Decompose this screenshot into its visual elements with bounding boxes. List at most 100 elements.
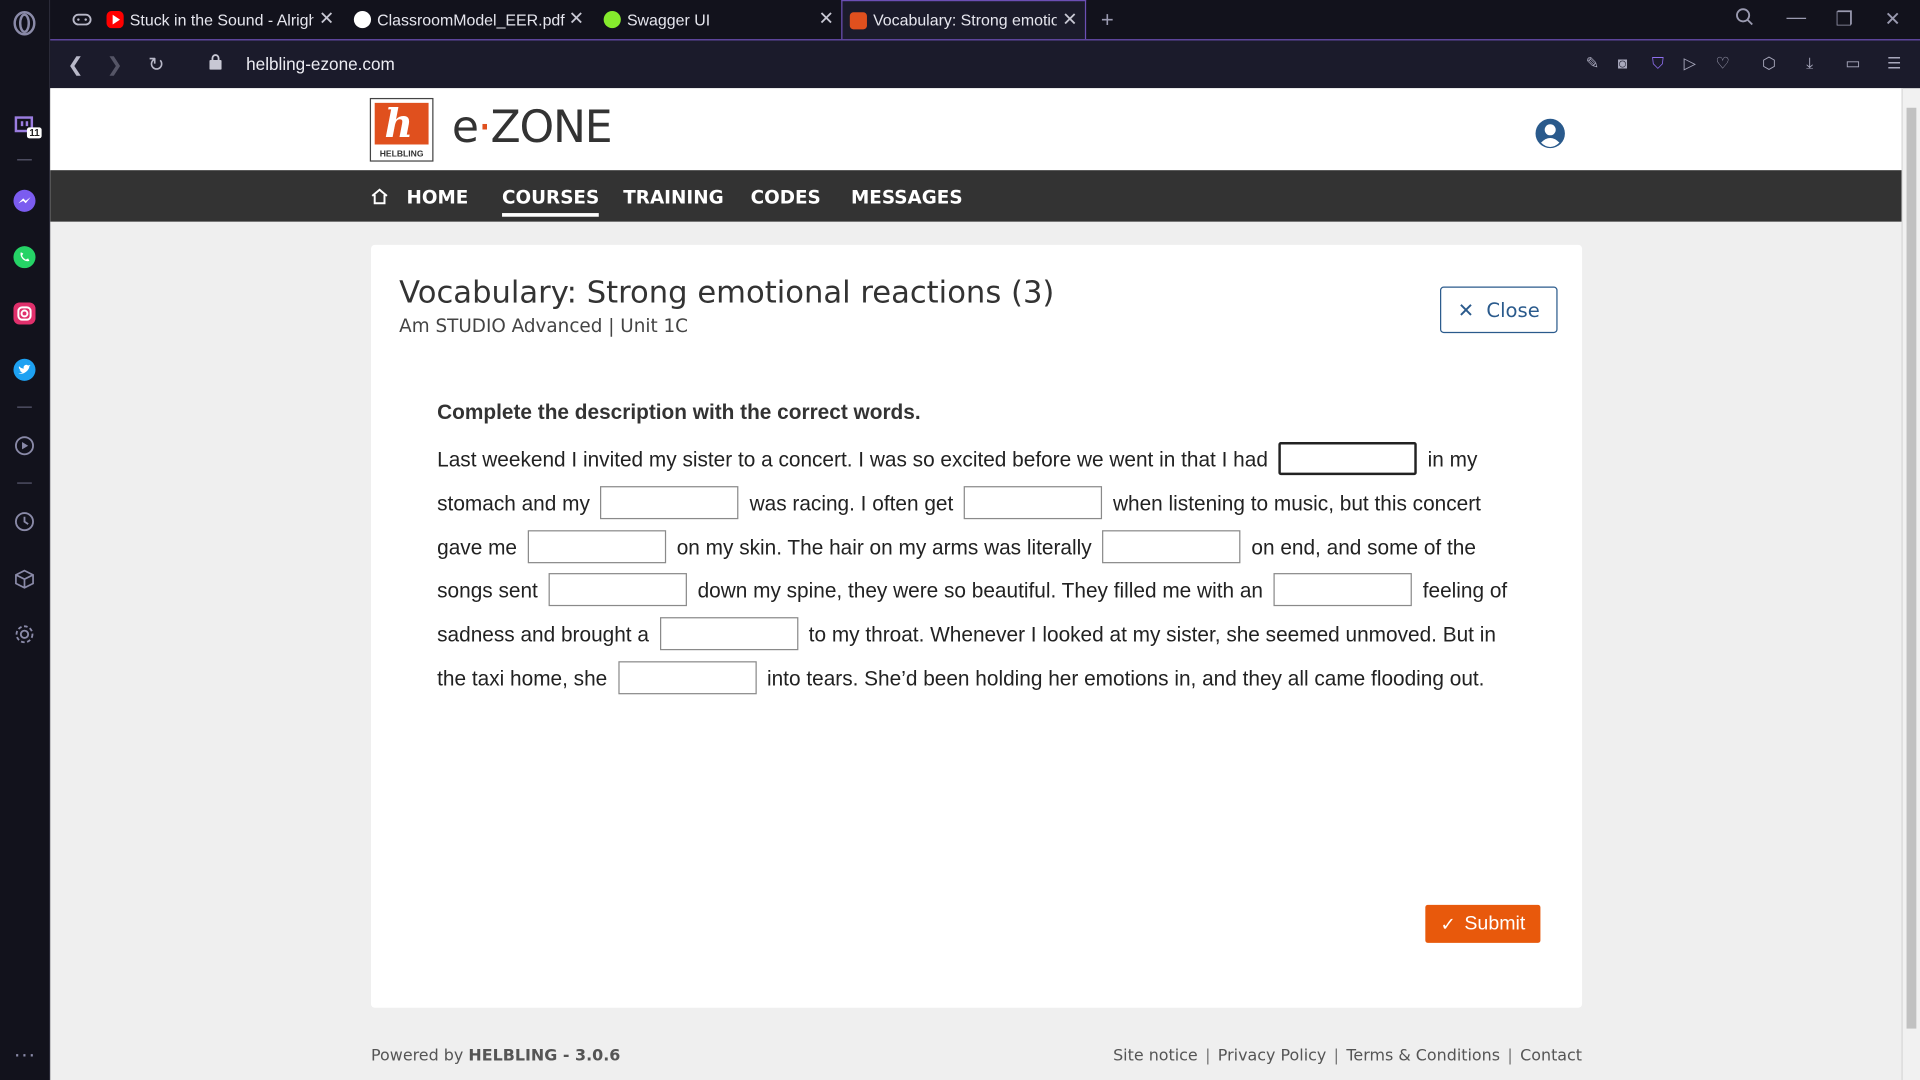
gap-input-1[interactable] bbox=[1278, 442, 1417, 476]
sidebar-badge: 11 bbox=[26, 127, 43, 139]
back-icon[interactable]: ❮ bbox=[67, 53, 83, 77]
text-segment: into tears. She’d been holding her emoti… bbox=[761, 667, 1485, 691]
scrollbar-thumb[interactable] bbox=[1906, 107, 1917, 1029]
footer-separator: | bbox=[1205, 1046, 1211, 1066]
history-icon[interactable] bbox=[11, 508, 38, 535]
close-window-icon[interactable]: ✕ bbox=[1885, 7, 1901, 31]
footer-separator: | bbox=[1333, 1046, 1340, 1066]
logo-text: HELBLING bbox=[379, 150, 424, 160]
gap-input-2[interactable] bbox=[600, 485, 739, 519]
settings-gear-icon[interactable] bbox=[11, 621, 38, 648]
reload-icon[interactable]: ↻ bbox=[148, 53, 164, 77]
vpn-shield-icon[interactable]: ⛉ bbox=[1652, 54, 1664, 74]
sidebar-separator bbox=[17, 406, 32, 408]
nav-courses[interactable]: COURSES bbox=[502, 186, 600, 217]
close-icon: ✕ bbox=[1457, 298, 1475, 322]
close-tab-icon[interactable]: ✕ bbox=[818, 9, 833, 30]
gx-corner-icon[interactable] bbox=[65, 0, 99, 39]
restore-icon[interactable]: ❐ bbox=[1836, 7, 1854, 31]
download-icon[interactable]: ⤓ bbox=[1806, 54, 1813, 74]
close-tab-icon[interactable]: ✕ bbox=[1062, 10, 1077, 31]
close-button[interactable]: ✕ Close bbox=[1440, 286, 1558, 334]
sidebar-separator bbox=[17, 482, 32, 484]
close-label: Close bbox=[1486, 298, 1540, 322]
nav-messages[interactable]: MESSAGES bbox=[851, 186, 963, 208]
text-segment: was racing. I often get bbox=[743, 492, 960, 516]
gap-input-9[interactable] bbox=[617, 661, 757, 695]
more-options-icon[interactable]: ··· bbox=[11, 1041, 38, 1068]
search-tabs-icon[interactable] bbox=[1735, 7, 1755, 33]
exercise-instruction: Complete the description with the correc… bbox=[437, 400, 921, 424]
send-icon[interactable]: ▷ bbox=[1684, 54, 1696, 74]
new-tab-icon[interactable]: + bbox=[1093, 0, 1122, 39]
gap-input-4[interactable] bbox=[527, 529, 667, 563]
globe-icon bbox=[353, 11, 372, 29]
edit-icon[interactable]: ✎ bbox=[1586, 54, 1599, 74]
messenger-icon[interactable] bbox=[11, 187, 38, 214]
whatsapp-icon[interactable] bbox=[11, 244, 38, 271]
close-tab-icon[interactable]: ✕ bbox=[569, 9, 584, 30]
battery-icon[interactable]: ▭ bbox=[1845, 54, 1860, 74]
logo-mark: h bbox=[374, 100, 429, 147]
easy-setup-icon[interactable]: ☰ bbox=[1887, 54, 1901, 74]
submit-label: Submit bbox=[1464, 912, 1526, 934]
footer-link-site-notice[interactable]: Site notice bbox=[1113, 1047, 1198, 1065]
minimize-icon[interactable]: — bbox=[1787, 7, 1807, 29]
submit-button[interactable]: ✓ Submit bbox=[1425, 904, 1541, 943]
forward-icon[interactable]: ❯ bbox=[107, 53, 123, 77]
brand-dot: · bbox=[477, 102, 492, 154]
instagram-icon[interactable] bbox=[11, 300, 38, 327]
gap-input-3[interactable] bbox=[963, 485, 1103, 519]
opera-logo-icon[interactable] bbox=[11, 10, 38, 37]
exercise-title: Vocabulary: Strong emotional reactions (… bbox=[399, 274, 1055, 310]
page-scrollbar[interactable] bbox=[1901, 88, 1920, 1080]
tab-pdf[interactable]: ClassroomModel_EER.pdf ✕ bbox=[347, 0, 592, 39]
text-segment: down my spine, they were so beautiful. T… bbox=[691, 579, 1269, 603]
gap-input-5[interactable] bbox=[1102, 529, 1241, 563]
gap-input-7[interactable] bbox=[1273, 573, 1413, 607]
twitch-icon[interactable]: 11 bbox=[11, 113, 43, 140]
tab-vocabulary-active[interactable]: Vocabulary: Strong emotior ✕ bbox=[841, 0, 1087, 40]
nav-codes[interactable]: CODES bbox=[751, 186, 821, 208]
gap-input-8[interactable] bbox=[659, 617, 798, 651]
helbling-logo[interactable]: h HELBLING bbox=[369, 97, 434, 162]
nav-training[interactable]: TRAINING bbox=[623, 186, 723, 208]
footer-powered-by: Powered by HELBLING - 3.0.6 bbox=[371, 1047, 620, 1065]
player-icon[interactable] bbox=[11, 432, 38, 459]
footer-link-contact[interactable]: Contact bbox=[1520, 1047, 1582, 1065]
footer-link-privacy[interactable]: Privacy Policy bbox=[1218, 1047, 1327, 1065]
web-page: h HELBLING e·ZONE HOME COURSES TRAINING … bbox=[50, 88, 1902, 1080]
gap-input-6[interactable] bbox=[548, 573, 687, 607]
tab-title: ClassroomModel_EER.pdf bbox=[377, 10, 565, 29]
home-icon[interactable] bbox=[370, 187, 390, 205]
nav-home[interactable]: HOME bbox=[407, 186, 469, 208]
extensions-cube-icon[interactable] bbox=[11, 566, 38, 593]
main-navigation: HOME COURSES TRAINING CODES MESSAGES bbox=[50, 170, 1902, 222]
ezone-brand[interactable]: e·ZONE bbox=[452, 102, 613, 154]
snapshot-camera-icon[interactable]: ◙ bbox=[1618, 54, 1628, 72]
heart-icon[interactable]: ♡ bbox=[1716, 54, 1730, 74]
url-field[interactable]: helbling-ezone.com bbox=[246, 54, 395, 74]
helbling-icon bbox=[849, 11, 867, 29]
tab-title: Swagger UI bbox=[626, 10, 711, 29]
powered-prefix: Powered by bbox=[371, 1046, 464, 1066]
tab-bar: Stuck in the Sound - Alrigh ✕ ClassroomM… bbox=[50, 0, 1920, 40]
tab-youtube[interactable]: Stuck in the Sound - Alrigh ✕ bbox=[99, 0, 341, 39]
youtube-icon bbox=[106, 11, 124, 29]
powered-brand: HELBLING - 3.0.6 bbox=[468, 1046, 621, 1066]
footer-links: Site notice | Privacy Policy | Terms & Condi… bbox=[1113, 1047, 1582, 1065]
close-tab-icon[interactable]: ✕ bbox=[319, 9, 334, 30]
brand-zone: ZONE bbox=[490, 102, 613, 154]
twitter-icon[interactable] bbox=[11, 356, 38, 383]
cube-icon[interactable]: ⬡ bbox=[1762, 54, 1776, 74]
footer-link-terms[interactable]: Terms & Conditions bbox=[1346, 1047, 1500, 1065]
text-segment: Last weekend I invited my sister to a co… bbox=[437, 448, 1274, 472]
tab-title: Vocabulary: Strong emotior bbox=[873, 11, 1057, 30]
lock-icon bbox=[209, 54, 222, 70]
tab-swagger[interactable]: Swagger UI ✕ bbox=[596, 0, 841, 39]
site-header: h HELBLING e·ZONE bbox=[50, 88, 1902, 171]
address-bar: ❮ ❯ ↻ helbling-ezone.com ✎ ◙ ⛉ ▷ ♡ ⬡ ⤓ ▭… bbox=[50, 39, 1920, 89]
exercise-subtitle: Am STUDIO Advanced | Unit 1C bbox=[399, 314, 688, 337]
user-account-icon[interactable] bbox=[1534, 118, 1566, 150]
logo-h-glyph: h bbox=[384, 100, 413, 147]
